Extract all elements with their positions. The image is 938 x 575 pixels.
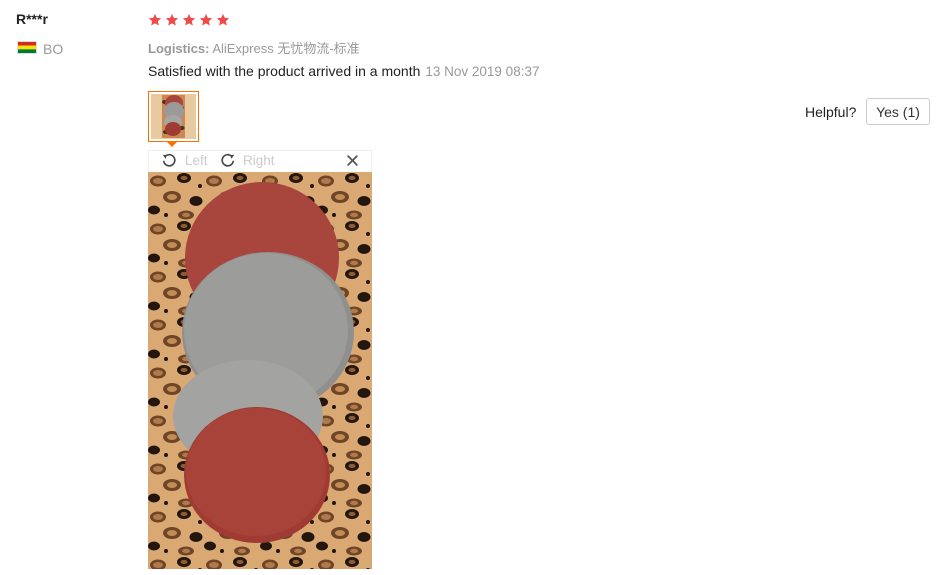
close-icon[interactable] xyxy=(346,154,359,167)
logistics-info: Logistics: AliExpress 无忧物流-标准 xyxy=(148,38,360,57)
review-content: Satisfied with the product arrived in a … xyxy=(148,63,539,79)
rotate-left-label[interactable]: Left xyxy=(185,153,208,168)
star-icon xyxy=(199,13,213,26)
bolivia-flag-icon xyxy=(17,41,37,54)
review-date: 13 Nov 2019 08:37 xyxy=(425,64,540,79)
star-icon xyxy=(148,13,162,26)
rotate-left-icon[interactable] xyxy=(160,151,178,169)
helpful-yes-button[interactable]: Yes (1) xyxy=(866,98,930,125)
review-image-enlarged xyxy=(148,172,372,569)
rotate-right-icon[interactable] xyxy=(219,151,237,169)
thumbnail-pointer xyxy=(166,141,178,147)
logistics-value: AliExpress 无忧物流-标准 xyxy=(212,41,360,56)
review-text: Satisfied with the product arrived in a … xyxy=(148,63,421,79)
star-rating xyxy=(148,13,230,27)
star-icon xyxy=(216,13,230,26)
star-icon xyxy=(182,13,196,26)
buyer-name: R***r xyxy=(16,11,48,27)
logistics-label: Logistics: xyxy=(148,41,210,56)
buyer-country: BO xyxy=(43,41,64,57)
helpful-label: Helpful? xyxy=(805,104,857,120)
rotate-right-label[interactable]: Right xyxy=(243,153,275,168)
review-image-thumbnail[interactable] xyxy=(148,91,199,142)
star-icon xyxy=(165,13,179,26)
